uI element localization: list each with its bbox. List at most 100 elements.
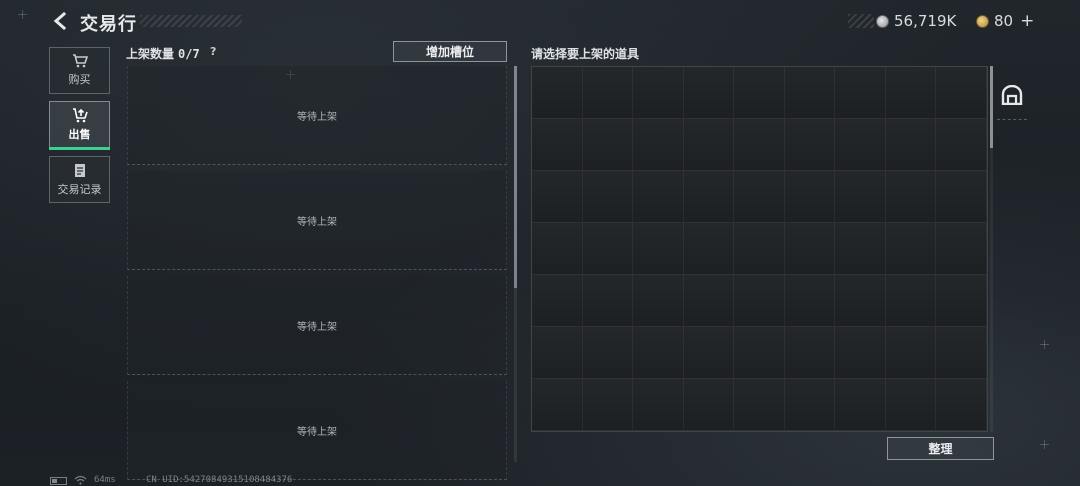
listing-slot-label: 等待上架 <box>297 321 337 333</box>
inventory-cell[interactable] <box>633 275 684 327</box>
currency-decoration <box>848 14 874 28</box>
inventory-cell[interactable] <box>633 119 684 171</box>
inventory-cell[interactable] <box>936 275 987 327</box>
page-title: 交易行 <box>80 14 137 35</box>
hud-corner-mark <box>1040 340 1049 349</box>
inventory-cell[interactable] <box>532 379 583 431</box>
add-slot-button[interactable]: 增加槽位 <box>393 41 507 62</box>
back-button[interactable] <box>48 10 72 32</box>
inventory-cell[interactable] <box>734 223 785 275</box>
inventory-cell[interactable] <box>784 171 836 223</box>
inventory-cell[interactable] <box>582 67 634 119</box>
inventory-cell[interactable] <box>784 119 836 171</box>
inventory-cell[interactable] <box>734 119 785 171</box>
wifi-icon <box>74 475 87 485</box>
inventory-cell[interactable] <box>683 275 735 327</box>
listing-slot[interactable]: 等待上架 <box>127 276 507 375</box>
inventory-cell[interactable] <box>835 223 886 275</box>
sort-button[interactable]: 整理 <box>887 437 994 460</box>
help-icon[interactable]: ? <box>210 45 216 58</box>
gold-coin-icon <box>976 14 989 28</box>
inventory-cell[interactable] <box>734 171 785 223</box>
inventory-cell[interactable] <box>784 379 836 431</box>
inventory-cell[interactable] <box>885 223 937 275</box>
inventory-cell[interactable] <box>936 67 987 119</box>
inventory-cell[interactable] <box>582 275 634 327</box>
inventory-cell[interactable] <box>582 327 634 379</box>
inventory-cell[interactable] <box>936 171 987 223</box>
listing-scrollbar-thumb[interactable] <box>514 66 517 288</box>
inventory-cell[interactable] <box>784 67 836 119</box>
sell-cart-icon <box>72 107 88 122</box>
inventory-cell[interactable] <box>885 119 937 171</box>
tab-trade-history[interactable]: 交易记录 <box>49 156 110 203</box>
inventory-cell[interactable] <box>734 275 785 327</box>
listing-slot[interactable]: 等待上架 <box>127 66 507 165</box>
inventory-cell[interactable] <box>633 379 684 431</box>
inventory-cell[interactable] <box>936 223 987 275</box>
inventory-cell[interactable] <box>683 379 735 431</box>
inventory-scrollbar[interactable] <box>990 66 993 432</box>
backpack-button[interactable] <box>998 82 1026 108</box>
inventory-cell[interactable] <box>532 119 583 171</box>
inventory-cell[interactable] <box>835 67 886 119</box>
listing-scrollbar[interactable] <box>514 66 517 462</box>
inventory-cell[interactable] <box>885 379 937 431</box>
inventory-cell[interactable] <box>936 327 987 379</box>
inventory-cell[interactable] <box>582 119 634 171</box>
inventory-cell[interactable] <box>835 327 886 379</box>
inventory-cell[interactable] <box>936 379 987 431</box>
listing-slot[interactable]: 等待上架 <box>127 171 507 270</box>
trading-post-screen: 交易行 56,719K 80 + 购买 出售 交易记录 上架数量 0/7 ? 增… <box>0 0 1080 486</box>
inventory-cell[interactable] <box>532 67 583 119</box>
inventory-cell[interactable] <box>683 119 735 171</box>
hud-corner-mark <box>1040 440 1049 449</box>
listing-slot-label: 等待上架 <box>297 426 337 438</box>
inventory-cell[interactable] <box>582 223 634 275</box>
tab-sell[interactable]: 出售 <box>49 101 110 150</box>
inventory-cell[interactable] <box>532 327 583 379</box>
inventory-cell[interactable] <box>683 67 735 119</box>
listing-count-header: 上架数量 0/7 <box>126 45 200 62</box>
inventory-cell[interactable] <box>784 327 836 379</box>
inventory-cell[interactable] <box>885 327 937 379</box>
inventory-cell[interactable] <box>633 171 684 223</box>
inventory-cell[interactable] <box>835 275 886 327</box>
cart-icon <box>72 54 88 68</box>
gold-amount: 80 <box>994 12 1014 30</box>
inventory-cell[interactable] <box>734 379 785 431</box>
inventory-cell[interactable] <box>582 379 634 431</box>
battery-icon <box>50 477 67 485</box>
add-gold-button[interactable]: + <box>1020 11 1034 31</box>
inventory-cell[interactable] <box>885 67 937 119</box>
listing-slot-label: 等待上架 <box>297 111 337 123</box>
silver-currency: 56,719K <box>848 11 956 31</box>
inventory-cell[interactable] <box>633 223 684 275</box>
inventory-title: 请选择要上架的道具 <box>531 47 640 61</box>
inventory-cell[interactable] <box>835 119 886 171</box>
inventory-cell[interactable] <box>532 223 583 275</box>
tab-buy[interactable]: 购买 <box>49 47 110 94</box>
inventory-cell[interactable] <box>885 171 937 223</box>
inventory-cell[interactable] <box>582 171 634 223</box>
inventory-cell[interactable] <box>835 171 886 223</box>
inventory-cell[interactable] <box>784 275 836 327</box>
inventory-cell[interactable] <box>784 223 836 275</box>
inventory-cell[interactable] <box>633 67 684 119</box>
inventory-cell[interactable] <box>734 327 785 379</box>
inventory-cell[interactable] <box>532 171 583 223</box>
inventory-cell[interactable] <box>683 223 735 275</box>
inventory-cell[interactable] <box>885 275 937 327</box>
tab-trade-history-label: 交易记录 <box>57 182 102 196</box>
inventory-cell[interactable] <box>936 119 987 171</box>
gold-currency[interactable]: 80 + <box>976 11 1034 31</box>
inventory-cell[interactable] <box>734 67 785 119</box>
inventory-scrollbar-thumb[interactable] <box>990 66 993 148</box>
inventory-cell[interactable] <box>532 275 583 327</box>
inventory-cell[interactable] <box>633 327 684 379</box>
inventory-grid <box>531 66 988 432</box>
listing-slot[interactable]: 等待上架 <box>127 381 507 480</box>
inventory-cell[interactable] <box>835 379 886 431</box>
inventory-cell[interactable] <box>683 171 735 223</box>
inventory-cell[interactable] <box>683 327 735 379</box>
